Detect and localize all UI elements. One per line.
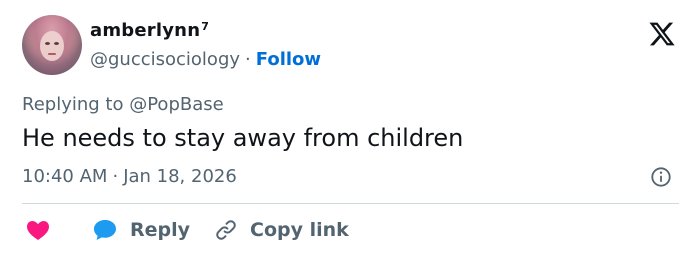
reply-context-prefix: Replying to	[22, 94, 124, 115]
reply-button[interactable]: Reply	[92, 217, 190, 243]
copy-link-button[interactable]: Copy link	[214, 217, 349, 243]
avatar-eye-right	[54, 42, 59, 45]
copy-link-label: Copy link	[250, 219, 349, 241]
author-display-name[interactable]: amberlynn7	[90, 20, 209, 41]
avatar-mouth	[48, 53, 56, 55]
tweet-text: He needs to stay away from children	[22, 124, 464, 152]
handle-separator: ·	[245, 49, 251, 70]
tweet-date: Jan 18, 2026	[123, 166, 237, 187]
author-name-suffix: 7	[201, 20, 210, 33]
link-icon	[216, 220, 236, 240]
divider	[22, 203, 679, 204]
author-avatar[interactable]	[22, 15, 82, 75]
info-icon[interactable]	[650, 166, 672, 188]
like-button[interactable]	[26, 217, 50, 243]
author-name-text: amberlynn	[90, 20, 201, 41]
speech-bubble-icon	[94, 220, 116, 240]
timestamp-separator: ·	[112, 166, 119, 187]
author-handle[interactable]: @guccisociology	[90, 49, 240, 70]
x-logo-icon[interactable]	[648, 20, 676, 48]
avatar-eye-left	[45, 42, 50, 45]
heart-icon	[27, 221, 49, 240]
tweet-time: 10:40 AM	[22, 166, 108, 187]
reply-context: Replying to @PopBase	[22, 94, 224, 115]
author-handle-line: @guccisociology · Follow	[90, 49, 321, 70]
avatar-face	[40, 31, 64, 61]
tweet-timestamp[interactable]: 10:40 AM · Jan 18, 2026	[22, 166, 237, 187]
reply-label: Reply	[130, 219, 191, 241]
follow-button[interactable]: Follow	[256, 49, 321, 70]
reply-context-mention[interactable]: @PopBase	[129, 94, 223, 115]
